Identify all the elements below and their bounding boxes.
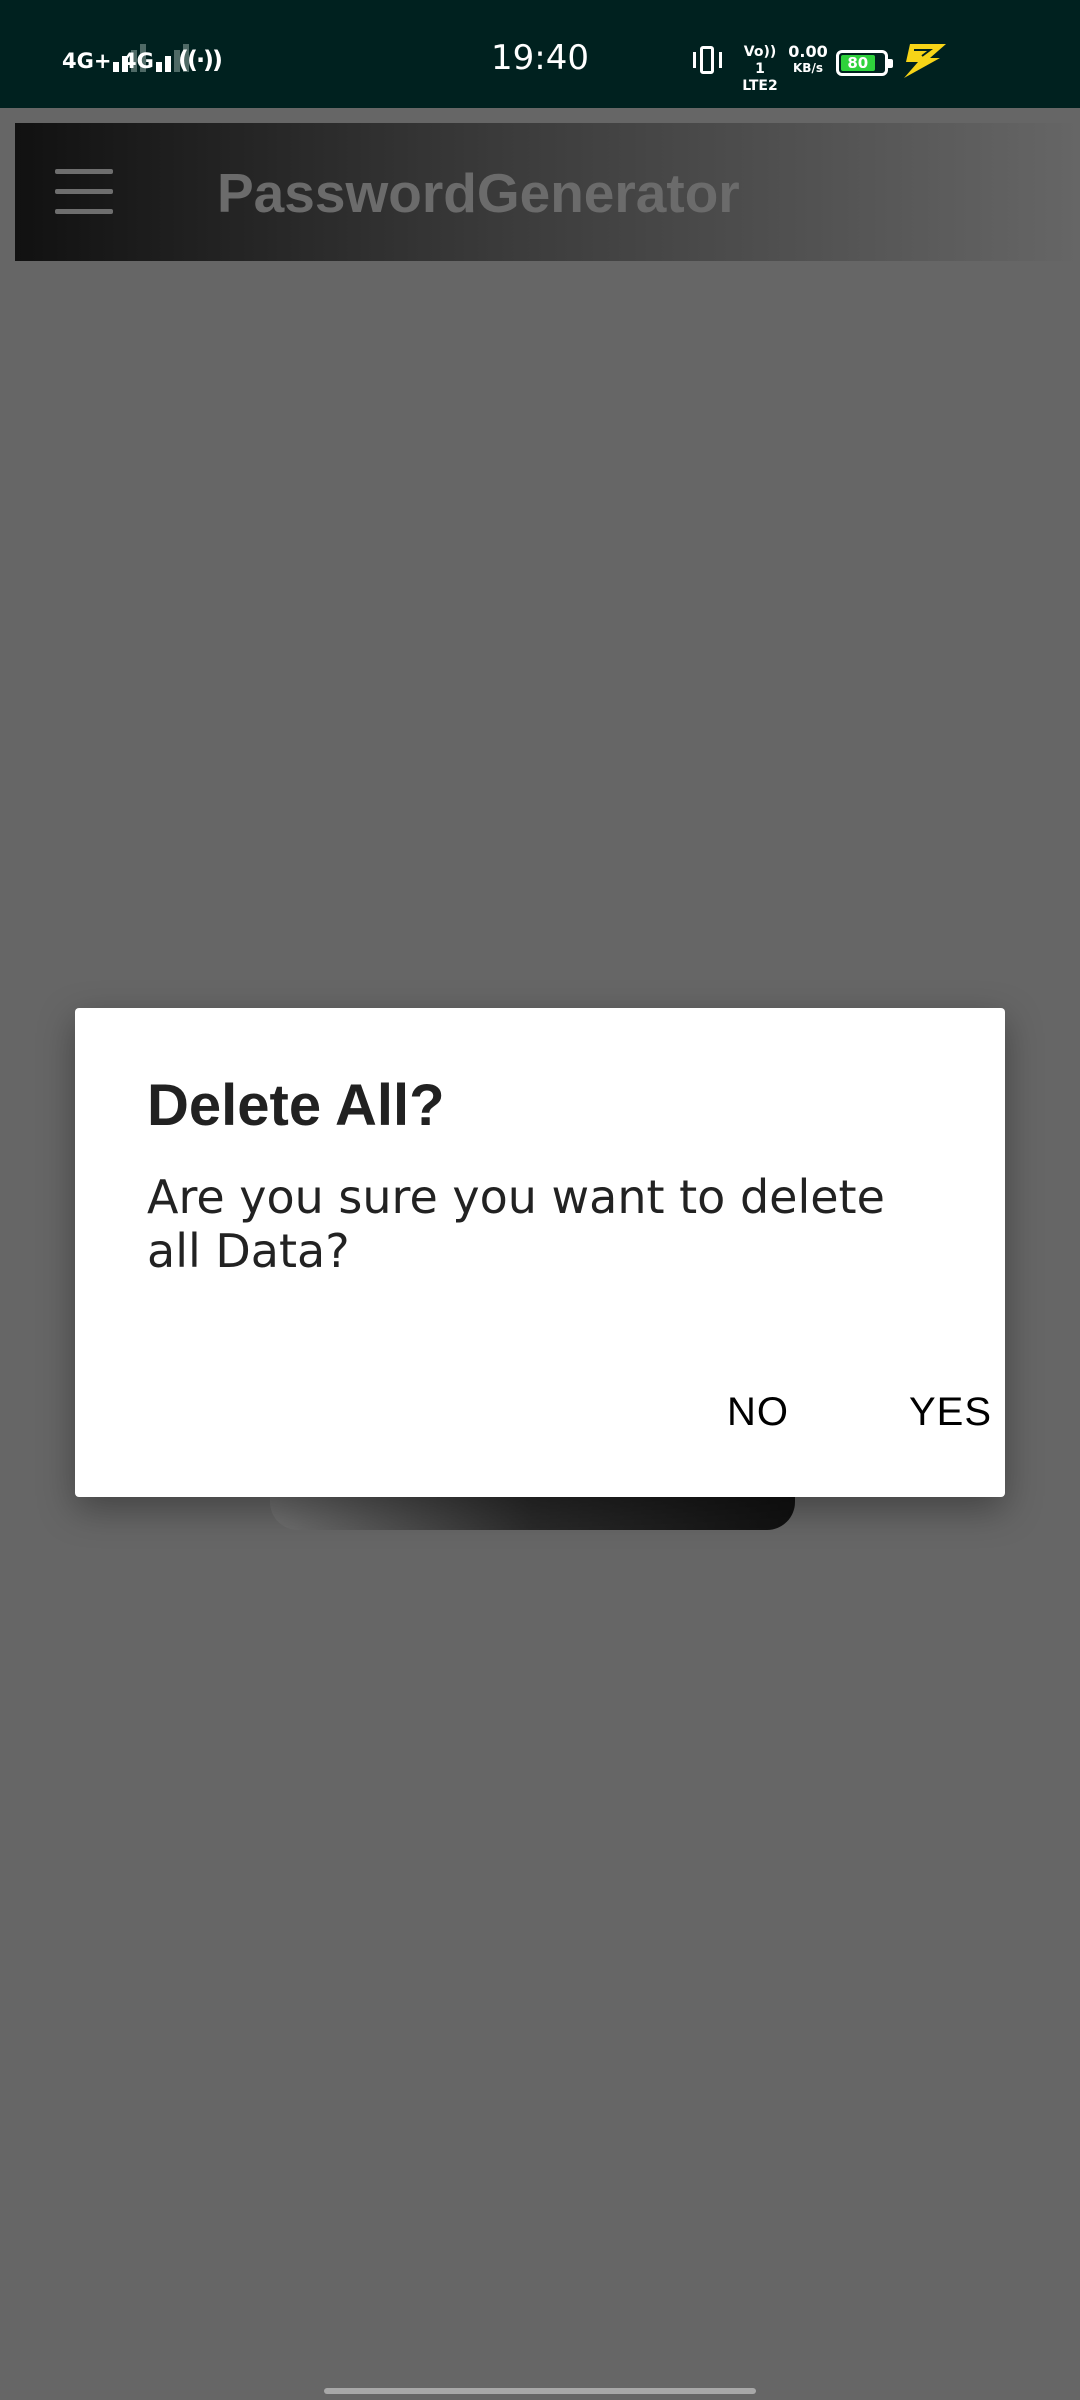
delete-all-dialog: Delete All? Are you sure you want to del… bbox=[75, 1008, 1005, 1497]
no-button[interactable]: NO bbox=[703, 1364, 813, 1460]
battery-level: 80 bbox=[841, 55, 875, 71]
network-speed-value: 0.00 bbox=[788, 42, 828, 61]
vibrate-icon bbox=[690, 46, 726, 78]
battery-icon: 80 bbox=[836, 50, 893, 76]
dialog-title: Delete All? bbox=[147, 1073, 445, 1138]
home-indicator[interactable] bbox=[324, 2388, 756, 2394]
volte-indicator: Vo)) 1 LTE2 bbox=[738, 44, 782, 95]
network-speed-unit: KB/s bbox=[793, 61, 823, 75]
hamburger-menu-icon[interactable] bbox=[55, 169, 113, 215]
yes-button[interactable]: YES bbox=[885, 1364, 1016, 1460]
dialog-message: Are you sure you want to delete all Data… bbox=[147, 1170, 885, 1278]
app-title: PasswordGenerator bbox=[217, 162, 740, 224]
app-toolbar: PasswordGenerator bbox=[15, 123, 1080, 261]
charging-bolt-icon bbox=[904, 44, 946, 78]
volte-line1: Vo)) 1 bbox=[743, 44, 777, 77]
status-bar: 4G+ 4G ((·)) 19:40 Vo)) 1 LTE2 0.00 KB/s… bbox=[0, 0, 1080, 108]
volte-line2: LTE2 bbox=[742, 78, 778, 94]
network-speed: 0.00 KB/s bbox=[788, 44, 828, 76]
